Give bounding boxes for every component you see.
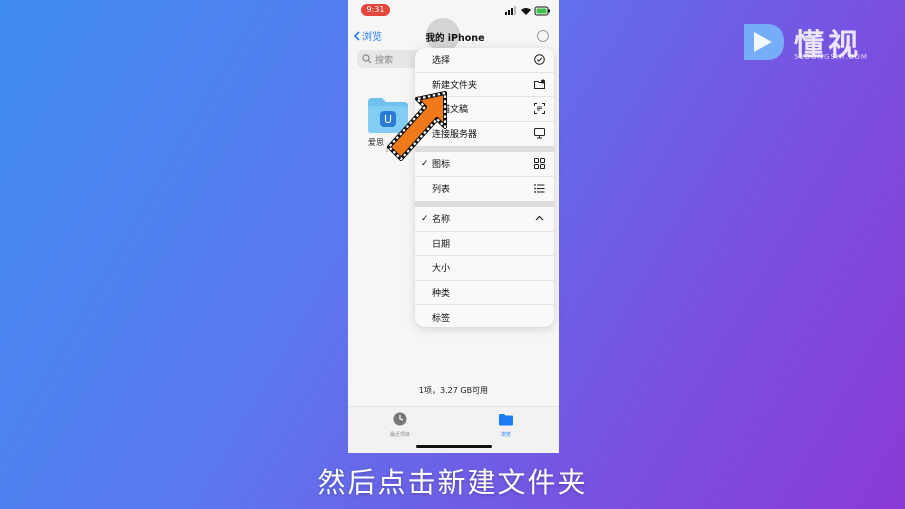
watermark-subtitle: 51DONGSHI.COM [794, 53, 868, 61]
grid-icon [534, 158, 545, 169]
more-icon[interactable] [537, 30, 549, 42]
watermark-logo: 懂视 51DONGSHI.COM [740, 20, 890, 70]
home-indicator [416, 445, 492, 448]
menu-item-label: 列表 [432, 185, 451, 196]
menu-sort: ✓ 名称 日期 大小 种类 标签 [415, 207, 554, 327]
play-logo-icon [744, 24, 784, 60]
menu-item-label: 大小 [432, 264, 451, 275]
tab-browse-label: 浏览 [500, 432, 511, 438]
menu-item-label: 名称 [432, 215, 451, 226]
monitor-icon [534, 127, 545, 138]
menu-item-sort-kind[interactable]: 种类 [415, 281, 554, 305]
search-placeholder: 搜索 [375, 55, 394, 66]
menu-item-list[interactable]: 列表 [415, 177, 554, 202]
menu-item-label: 选择 [432, 56, 451, 67]
checkmark-circle-icon [534, 54, 545, 65]
status-time: 9:31 [361, 4, 390, 16]
folder-icon [499, 414, 513, 426]
folder-label: 爱思 [368, 138, 384, 147]
clock-icon [393, 412, 407, 426]
menu-item-label: 日期 [432, 239, 451, 250]
search-icon [362, 54, 372, 64]
checkmark-icon: ✓ [421, 213, 429, 224]
page-title: 我的 iPhone [425, 33, 485, 44]
tab-browse[interactable]: 浏览 [476, 411, 536, 438]
status-icons [505, 6, 550, 16]
menu-item-sort-size[interactable]: 大小 [415, 256, 554, 281]
menu-item-sort-name[interactable]: ✓ 名称 [415, 207, 554, 232]
menu-item-label: 种类 [432, 288, 451, 299]
back-button[interactable]: 浏览 [353, 28, 382, 43]
back-label: 浏览 [362, 32, 382, 43]
caption-subtitle: 然后点击新建文件夹 [317, 466, 588, 499]
menu-item-label: 标签 [432, 313, 451, 324]
pointer-arrow-icon [387, 91, 447, 161]
scan-icon [534, 103, 545, 114]
tab-recents-label: 最近项目 [389, 432, 410, 438]
chevron-left-icon [353, 30, 360, 41]
storage-info: 1项，3.27 GB可用 [418, 386, 489, 395]
chevron-up-icon [535, 215, 544, 221]
tab-recents[interactable]: 最近项目 [370, 411, 430, 438]
menu-item-select[interactable]: 选择 [415, 48, 554, 73]
list-icon [534, 183, 545, 193]
menu-item-sort-tags[interactable]: 标签 [415, 305, 554, 327]
menu-item-sort-date[interactable]: 日期 [415, 232, 554, 256]
folder-plus-icon [534, 79, 545, 89]
